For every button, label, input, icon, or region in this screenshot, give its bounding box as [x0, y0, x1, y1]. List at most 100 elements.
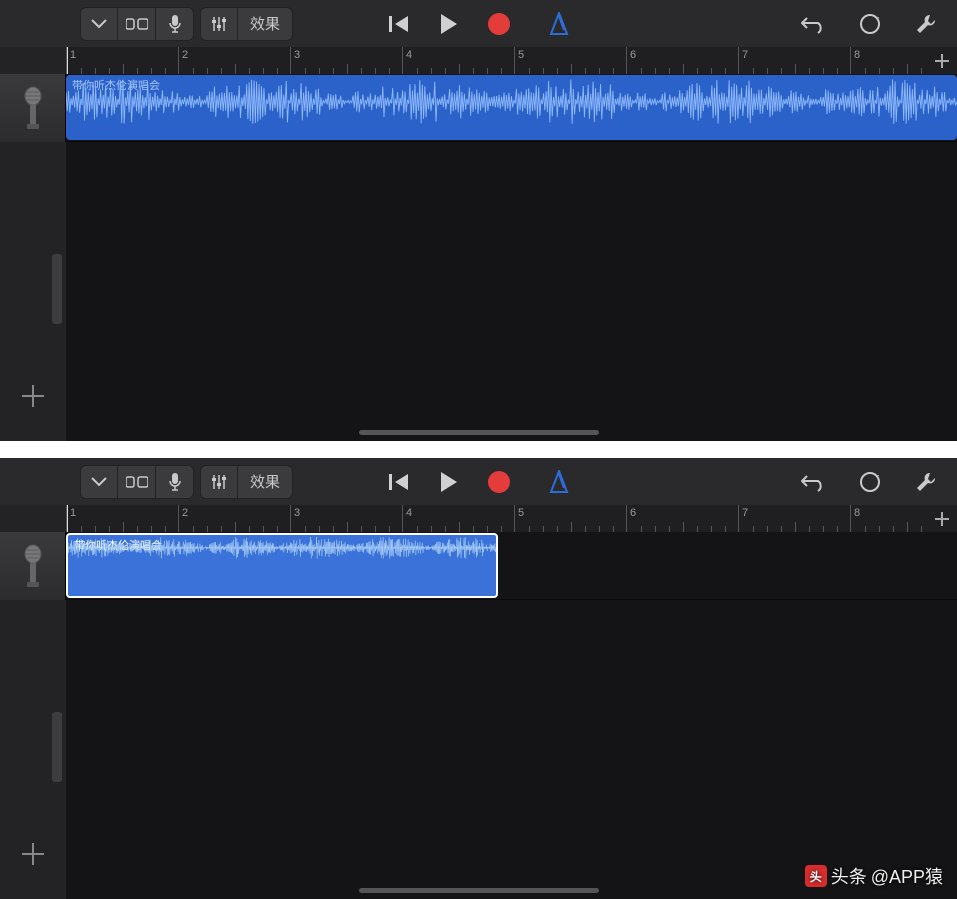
add-track-button[interactable]	[16, 837, 50, 871]
ruler-segment: 6	[626, 505, 738, 532]
ruler-label: 2	[182, 49, 188, 61]
plus-icon	[20, 841, 46, 867]
play-button[interactable]	[434, 467, 464, 497]
watermark-prefix: 头条	[831, 863, 867, 889]
microphone-button[interactable]	[156, 7, 194, 41]
metronome-icon	[548, 12, 570, 36]
audio-region[interactable]: 带你听杰伦演唱会	[66, 533, 498, 598]
ruler-segment: 3	[290, 47, 402, 74]
effects-button[interactable]: 效果	[238, 465, 293, 499]
editor-panel-bottom: 效果	[0, 458, 957, 899]
empty-lane-area[interactable]	[66, 600, 957, 899]
track-view-button[interactable]	[118, 7, 156, 41]
loop-button[interactable]	[855, 467, 885, 497]
plus-icon	[935, 54, 949, 68]
ruler-label: 5	[518, 49, 524, 61]
ruler-segment: 7	[738, 47, 850, 74]
track-row: 带你听杰伦演唱会	[0, 74, 957, 142]
track-header[interactable]	[0, 74, 66, 142]
effects-button[interactable]: 效果	[238, 7, 293, 41]
waveform-graphic	[68, 535, 496, 561]
ruler-label: 4	[406, 507, 412, 519]
audio-region[interactable]: 带你听杰伦演唱会	[66, 75, 957, 140]
metronome-button[interactable]	[544, 467, 574, 497]
add-marker-button[interactable]	[927, 47, 957, 74]
microphone-icon	[168, 14, 182, 34]
plus-icon	[935, 512, 949, 526]
microphone-button[interactable]	[156, 465, 194, 499]
play-icon	[439, 471, 459, 493]
metronome-icon	[548, 470, 570, 494]
mixer-button[interactable]	[200, 7, 238, 41]
record-icon	[487, 12, 511, 36]
sliders-icon	[210, 473, 228, 491]
ruler-label: 7	[742, 507, 748, 519]
view-button-group	[80, 7, 194, 41]
chevron-down-icon	[91, 477, 107, 487]
ruler-segment: 7	[738, 505, 850, 532]
undo-button[interactable]	[799, 9, 829, 39]
ruler-label: 8	[854, 49, 860, 61]
tracks-area: 带你听杰伦演唱会	[0, 532, 957, 899]
sliders-icon	[210, 15, 228, 33]
timeline-ruler[interactable]: 12345678	[66, 47, 927, 74]
home-indicator	[359, 888, 599, 893]
tracks-dropdown-button[interactable]	[80, 465, 118, 499]
ruler-segment: 5	[514, 505, 626, 532]
waveform-graphic	[66, 75, 957, 128]
ruler-segment: 4	[402, 47, 514, 74]
track-region-lane[interactable]: 带你听杰伦演唱会	[66, 74, 957, 142]
metronome-button[interactable]	[544, 9, 574, 39]
track-region-lane[interactable]: 带你听杰伦演唱会	[66, 532, 957, 600]
ruler-label: 1	[70, 507, 76, 519]
ruler-spacer	[0, 47, 66, 74]
ruler-label: 4	[406, 49, 412, 61]
add-marker-button[interactable]	[927, 505, 957, 532]
sidebar-resize-handle[interactable]	[52, 254, 62, 324]
ruler-segment: 2	[178, 47, 290, 74]
undo-button[interactable]	[799, 467, 829, 497]
microphone-track-icon	[19, 544, 47, 588]
empty-tracks	[0, 142, 957, 441]
rewind-button[interactable]	[384, 467, 414, 497]
record-icon	[487, 470, 511, 494]
loop-button[interactable]	[855, 9, 885, 39]
track-view-button[interactable]	[118, 465, 156, 499]
record-button[interactable]	[484, 467, 514, 497]
microphone-track-icon	[19, 86, 47, 130]
tracks-dropdown-button[interactable]	[80, 7, 118, 41]
toolbar: 效果	[0, 0, 957, 47]
sidebar-resize-handle[interactable]	[52, 712, 62, 782]
watermark: 头头条@APP猿	[805, 863, 943, 889]
ruler-label: 1	[70, 49, 76, 61]
view-button-group	[80, 465, 194, 499]
fx-button-group: 效果	[200, 7, 293, 41]
transport-group	[384, 9, 574, 39]
mixer-button[interactable]	[200, 465, 238, 499]
chevron-down-icon	[91, 19, 107, 29]
play-button[interactable]	[434, 9, 464, 39]
watermark-handle: @APP猿	[871, 863, 943, 889]
add-track-button[interactable]	[16, 379, 50, 413]
track-view-icon	[126, 16, 148, 32]
ruler-label: 3	[294, 507, 300, 519]
record-button[interactable]	[484, 9, 514, 39]
empty-lane-area[interactable]	[66, 142, 957, 441]
settings-button[interactable]	[911, 467, 941, 497]
undo-icon	[801, 472, 827, 492]
undo-icon	[801, 14, 827, 34]
ruler-label: 8	[854, 507, 860, 519]
track-header[interactable]	[0, 532, 66, 600]
track-row: 带你听杰伦演唱会	[0, 532, 957, 600]
wrench-icon	[914, 470, 938, 494]
ruler-segment: 8	[850, 505, 927, 532]
ruler-segment: 5	[514, 47, 626, 74]
ruler-label: 2	[182, 507, 188, 519]
transport-group	[384, 467, 574, 497]
track-view-icon	[126, 474, 148, 490]
ruler-row: 12345678	[0, 47, 957, 74]
timeline-ruler[interactable]: 1 2 3 4 567 8	[66, 505, 927, 532]
settings-button[interactable]	[911, 9, 941, 39]
ruler-row: 1 2 3 4 567 8	[0, 505, 957, 532]
rewind-button[interactable]	[384, 9, 414, 39]
